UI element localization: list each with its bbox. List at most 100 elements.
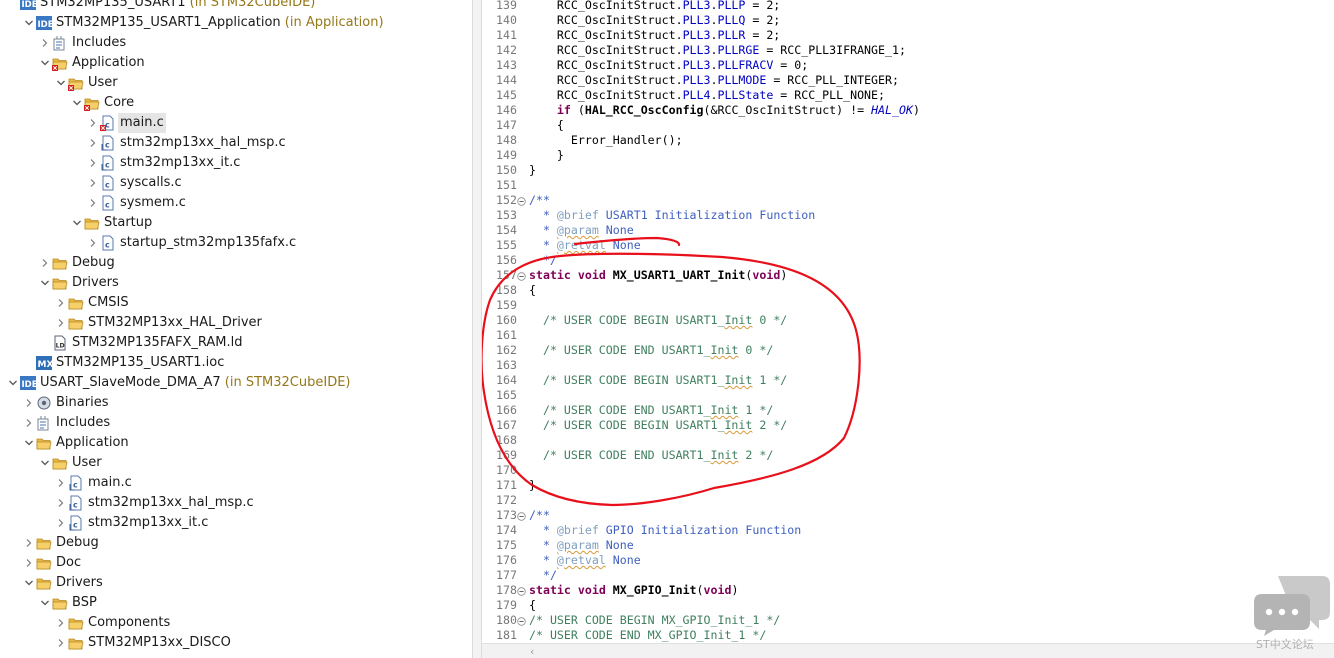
expand-down-chevron-icon[interactable] <box>40 273 52 293</box>
code-line[interactable]: 165 <box>482 388 1334 403</box>
collapse-right-chevron-icon[interactable] <box>56 313 68 333</box>
tree-item[interactable]: Includes <box>0 33 472 53</box>
code-line[interactable]: 181 /* USER CODE END MX_GPIO_Init_1 */ <box>482 628 1334 643</box>
code-line[interactable]: 169 /* USER CODE END USART1_Init 2 */ <box>482 448 1334 463</box>
code-line[interactable]: 163 <box>482 358 1334 373</box>
expand-down-chevron-icon[interactable] <box>56 73 68 93</box>
tree-item[interactable]: c syscalls.c <box>0 173 472 193</box>
tree-item[interactable]: MX STM32MP135_USART1.ioc <box>0 353 472 373</box>
tree-item[interactable]: Application <box>0 53 472 73</box>
fold-toggle-icon[interactable] <box>517 615 526 626</box>
collapse-right-chevron-icon[interactable] <box>88 113 100 133</box>
collapse-right-chevron-icon[interactable] <box>40 253 52 273</box>
code-line[interactable]: 150} <box>482 163 1334 178</box>
expand-down-chevron-icon[interactable] <box>40 453 52 473</box>
collapse-right-chevron-icon[interactable] <box>56 493 68 513</box>
tree-item[interactable]: Includes <box>0 413 472 433</box>
code-line[interactable]: 156 */ <box>482 253 1334 268</box>
code-line[interactable]: 175 * @param None <box>482 538 1334 553</box>
expand-down-chevron-icon[interactable] <box>72 93 84 113</box>
tree-item[interactable]: BSP <box>0 593 472 613</box>
expand-down-chevron-icon[interactable] <box>24 573 36 593</box>
code-line[interactable]: 176 * @retval None <box>482 553 1334 568</box>
fold-toggle-icon[interactable] <box>517 585 526 596</box>
code-line[interactable]: 149 } <box>482 148 1334 163</box>
collapse-right-chevron-icon[interactable] <box>56 613 68 633</box>
code-line[interactable]: 142 RCC_OscInitStruct.PLL3.PLLRGE = RCC_… <box>482 43 1334 58</box>
collapse-right-chevron-icon[interactable] <box>56 513 68 533</box>
tree-item[interactable]: User <box>0 73 472 93</box>
code-line[interactable]: 168 <box>482 433 1334 448</box>
tree-item[interactable]: Drivers <box>0 273 472 293</box>
tree-item[interactable]: STM32MP13xx_DISCO <box>0 633 472 653</box>
code-line[interactable]: 144 RCC_OscInitStruct.PLL3.PLLMODE = RCC… <box>482 73 1334 88</box>
tree-item[interactable]: c main.c <box>0 113 472 133</box>
code-line[interactable]: 166 /* USER CODE END USART1_Init 1 */ <box>482 403 1334 418</box>
code-line[interactable]: 160 /* USER CODE BEGIN USART1_Init 0 */ <box>482 313 1334 328</box>
tree-item[interactable]: STM32MP13xx_HAL_Driver <box>0 313 472 333</box>
code-line[interactable]: 155 * @retval None <box>482 238 1334 253</box>
code-line[interactable]: 145 RCC_OscInitStruct.PLL4.PLLState = RC… <box>482 88 1334 103</box>
code-line[interactable]: 178 static void MX_GPIO_Init(void) <box>482 583 1334 598</box>
tree-item[interactable]: c startup_stm32mp135fafx.c <box>0 233 472 253</box>
code-line[interactable]: 172 <box>482 493 1334 508</box>
code-line[interactable]: 161 <box>482 328 1334 343</box>
tree-item[interactable]: CMSIS <box>0 293 472 313</box>
code-line[interactable]: 177 */ <box>482 568 1334 583</box>
collapse-right-chevron-icon[interactable] <box>88 173 100 193</box>
expand-down-chevron-icon[interactable] <box>40 53 52 73</box>
collapse-right-chevron-icon[interactable] <box>56 293 68 313</box>
fold-toggle-icon[interactable] <box>517 195 526 206</box>
code-line[interactable]: 159 <box>482 298 1334 313</box>
code-line[interactable]: 148 Error_Handler(); <box>482 133 1334 148</box>
collapse-right-chevron-icon[interactable] <box>24 533 36 553</box>
tree-item[interactable]: Binaries <box>0 393 472 413</box>
tree-item[interactable]: Core <box>0 93 472 113</box>
view-divider[interactable] <box>472 0 482 658</box>
tree-item[interactable]: c main.c <box>0 473 472 493</box>
tree-item[interactable]: c stm32mp13xx_it.c <box>0 513 472 533</box>
code-line[interactable]: 171} <box>482 478 1334 493</box>
collapse-right-chevron-icon[interactable] <box>88 133 100 153</box>
tree-item[interactable]: IDE USART_SlaveMode_DMA_A7 (in STM32CubeI… <box>0 373 472 393</box>
code-line[interactable]: 147 { <box>482 118 1334 133</box>
code-line[interactable]: 164 /* USER CODE BEGIN USART1_Init 1 */ <box>482 373 1334 388</box>
code-line[interactable]: 151 <box>482 178 1334 193</box>
code-line[interactable]: 158 { <box>482 283 1334 298</box>
tree-item[interactable]: Components <box>0 613 472 633</box>
code-line[interactable]: 143 RCC_OscInitStruct.PLL3.PLLFRACV = 0; <box>482 58 1334 73</box>
code-line[interactable]: 179 { <box>482 598 1334 613</box>
tree-item[interactable]: User <box>0 453 472 473</box>
code-line[interactable]: 146 if (HAL_RCC_OscConfig(&RCC_OscInitSt… <box>482 103 1334 118</box>
collapse-right-chevron-icon[interactable] <box>88 193 100 213</box>
collapse-right-chevron-icon[interactable] <box>56 633 68 653</box>
tree-item[interactable]: c stm32mp13xx_hal_msp.c <box>0 133 472 153</box>
code-line[interactable]: 157 static void MX_USART1_UART_Init(void) <box>482 268 1334 283</box>
horizontal-scrollbar[interactable]: ‹ <box>482 643 1334 658</box>
tree-item[interactable]: Drivers <box>0 573 472 593</box>
code-line[interactable]: 174 * @brief GPIO Initialization Functio… <box>482 523 1334 538</box>
code-line[interactable]: 140 RCC_OscInitStruct.PLL3.PLLQ = 2; <box>482 13 1334 28</box>
code-line[interactable]: 180 /* USER CODE BEGIN MX_GPIO_Init_1 */ <box>482 613 1334 628</box>
collapse-right-chevron-icon[interactable] <box>40 33 52 53</box>
fold-toggle-icon[interactable] <box>517 270 526 281</box>
expand-down-chevron-icon[interactable] <box>8 373 20 393</box>
expand-down-chevron-icon[interactable] <box>24 433 36 453</box>
collapse-right-chevron-icon[interactable] <box>88 153 100 173</box>
tree-item[interactable]: Doc <box>0 553 472 573</box>
collapse-right-chevron-icon[interactable] <box>24 413 36 433</box>
tree-item[interactable]: LD STM32MP135FAFX_RAM.ld <box>0 333 472 353</box>
collapse-right-chevron-icon[interactable] <box>24 393 36 413</box>
tree-item[interactable]: c stm32mp13xx_it.c <box>0 153 472 173</box>
tree-item[interactable]: IDE STM32MP135_USART1 (in STM32CubeIDE) <box>0 0 472 13</box>
fold-toggle-icon[interactable] <box>517 510 526 521</box>
code-line[interactable]: 141 RCC_OscInitStruct.PLL3.PLLR = 2; <box>482 28 1334 43</box>
tree-item[interactable]: Startup <box>0 213 472 233</box>
collapse-right-chevron-icon[interactable] <box>24 553 36 573</box>
code-line[interactable]: 170 <box>482 463 1334 478</box>
tree-item[interactable]: c sysmem.c <box>0 193 472 213</box>
code-line[interactable]: 153 * @brief USART1 Initialization Funct… <box>482 208 1334 223</box>
collapse-right-chevron-icon[interactable] <box>88 233 100 253</box>
expand-down-chevron-icon[interactable] <box>24 13 36 33</box>
code-line[interactable]: 167 /* USER CODE BEGIN USART1_Init 2 */ <box>482 418 1334 433</box>
